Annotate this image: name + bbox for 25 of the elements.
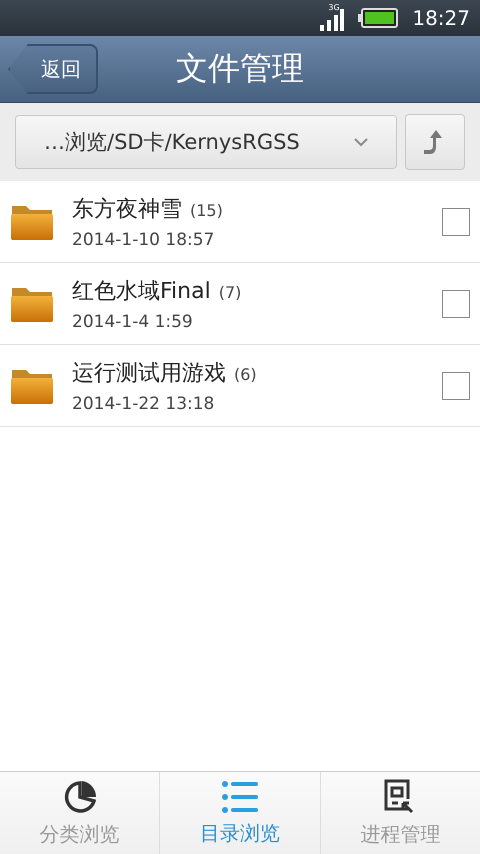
folder-name: 红色水域Final	[72, 278, 211, 306]
modified-date: 2014-1-10 18:57	[72, 230, 216, 250]
signal-icon	[320, 9, 344, 31]
nav-tab[interactable]: 分类浏览	[0, 772, 160, 854]
modified-date: 2014-1-4 1:59	[72, 312, 194, 332]
network-type: 3G	[328, 3, 340, 12]
modified-date: 2014-1-22 13:18	[72, 394, 216, 414]
battery-icon	[358, 8, 398, 28]
nav-tab[interactable]: 目录浏览	[160, 772, 321, 854]
item-count: (6)	[234, 364, 257, 384]
folder-name: 运行测试用游戏	[72, 360, 226, 388]
clock-time: 18:27	[412, 6, 470, 30]
back-button[interactable]: 返回	[8, 44, 98, 94]
item-count: (15)	[190, 200, 223, 220]
checkbox[interactable]	[442, 290, 470, 318]
checkbox[interactable]	[442, 208, 470, 236]
item-count: (7)	[218, 282, 242, 302]
folder-name: 东方夜神雪	[72, 196, 182, 224]
nav-tab[interactable]: 进程管理	[320, 772, 480, 854]
list-icon	[222, 780, 258, 814]
chevron-down-icon	[354, 138, 368, 146]
checkbox[interactable]	[442, 372, 470, 400]
screen-title: 文件管理	[176, 48, 304, 89]
path-dropdown[interactable]: …浏览/SD卡/KernysRGSS	[15, 115, 397, 169]
up-folder-button[interactable]	[405, 114, 465, 170]
